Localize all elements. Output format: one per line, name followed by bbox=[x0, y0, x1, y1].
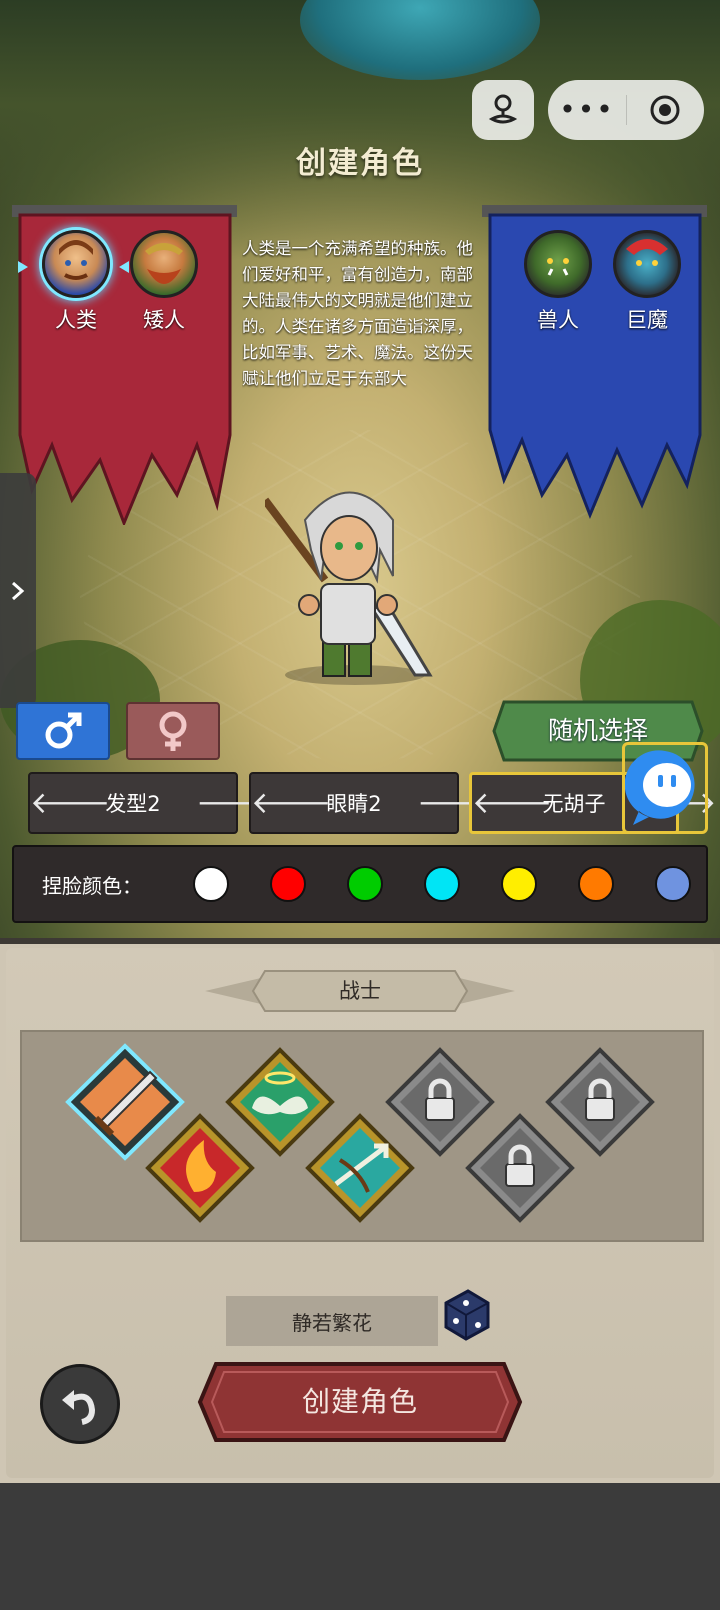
locked-skill-icon[interactable] bbox=[544, 1046, 656, 1158]
create-character-button[interactable]: 创建角色 bbox=[196, 1360, 524, 1444]
side-drawer-tab[interactable] bbox=[0, 473, 36, 708]
back-button[interactable] bbox=[40, 1364, 120, 1444]
gender-male-button[interactable] bbox=[16, 702, 110, 760]
face-color-label: 捏脸颜色： bbox=[42, 873, 142, 898]
color-swatch-green[interactable] bbox=[347, 866, 383, 902]
chat-bubble-icon bbox=[624, 750, 695, 825]
race-label-orc: 兽人 bbox=[537, 308, 579, 332]
color-swatch-blue[interactable] bbox=[655, 866, 691, 902]
alliance-banner: 人类 矮人 bbox=[12, 205, 237, 525]
hairstyle-value: 发型2 bbox=[105, 792, 161, 816]
race-option-orc[interactable]: 兽人 bbox=[518, 230, 598, 334]
hairstyle-next-button[interactable]: 🡒 bbox=[196, 785, 276, 821]
race-option-dwarf[interactable]: 矮人 bbox=[124, 230, 204, 334]
close-mini-program-button[interactable] bbox=[627, 94, 703, 126]
eyes-next-button[interactable]: 🡒 bbox=[417, 785, 497, 821]
color-swatch-orange[interactable] bbox=[578, 866, 614, 902]
color-swatch-yellow[interactable] bbox=[501, 866, 537, 902]
race-option-troll[interactable]: 巨魔 bbox=[607, 230, 687, 334]
character-name-field[interactable]: 静若繁花 bbox=[226, 1296, 438, 1346]
face-color-row: 捏脸颜色： bbox=[12, 845, 708, 923]
chevron-right-icon bbox=[12, 581, 25, 600]
page-title: 创建角色 bbox=[296, 146, 424, 181]
human-portrait bbox=[42, 230, 110, 298]
class-name: 战士 bbox=[339, 979, 381, 1003]
horde-banner: 兽人 巨魔 bbox=[482, 205, 707, 525]
troll-portrait bbox=[613, 230, 681, 298]
character-preview bbox=[265, 491, 433, 685]
hairstyle-prev-button[interactable]: 🡐 bbox=[30, 785, 110, 821]
class-nameplate: 战士 bbox=[205, 963, 515, 1019]
color-swatch-cyan[interactable] bbox=[424, 866, 460, 902]
color-swatch-white[interactable] bbox=[193, 866, 229, 902]
gender-female-button[interactable] bbox=[126, 702, 220, 760]
eyes-selector: 🡐 眼睛2 🡒 bbox=[249, 772, 497, 834]
eyes-value: 眼睛2 bbox=[326, 792, 382, 816]
race-label-dwarf: 矮人 bbox=[143, 308, 185, 332]
female-symbol-icon bbox=[159, 711, 187, 751]
dice-random-name-icon[interactable] bbox=[436, 1285, 494, 1343]
beard-value: 无胡子 bbox=[542, 792, 606, 816]
game-center-button[interactable] bbox=[472, 80, 534, 140]
race-option-human[interactable]: 人类 bbox=[36, 230, 116, 334]
undo-arrow-icon bbox=[62, 1390, 96, 1425]
dwarf-portrait bbox=[130, 230, 198, 298]
selection-arrow-icon bbox=[18, 261, 28, 273]
color-swatch-red[interactable] bbox=[270, 866, 306, 902]
more-menu-button[interactable]: ••• bbox=[548, 80, 626, 140]
hairstyle-selector: 🡐 发型2 🡒 bbox=[28, 772, 276, 834]
orc-portrait bbox=[524, 230, 592, 298]
bottom-system-area bbox=[0, 1483, 720, 1610]
eyes-prev-button[interactable]: 🡐 bbox=[251, 785, 331, 821]
male-symbol-icon bbox=[45, 712, 82, 749]
beard-prev-button[interactable]: 🡐 bbox=[472, 785, 552, 821]
joystick-icon bbox=[488, 94, 518, 124]
character-name-value: 静若繁花 bbox=[292, 1310, 372, 1335]
create-character-label: 创建角色 bbox=[301, 1385, 418, 1418]
race-label-human: 人类 bbox=[55, 308, 97, 332]
target-icon bbox=[650, 95, 680, 125]
selection-arrow-icon bbox=[119, 261, 129, 273]
mini-program-capsule: ••• bbox=[548, 80, 704, 140]
floating-assistant-button[interactable] bbox=[622, 742, 708, 834]
race-description: 人类是一个充满希望的种族。他们爱好和平，富有创造力，南部大陆最伟大的文明就是他们… bbox=[242, 239, 473, 388]
race-label-troll: 巨魔 bbox=[626, 308, 668, 332]
